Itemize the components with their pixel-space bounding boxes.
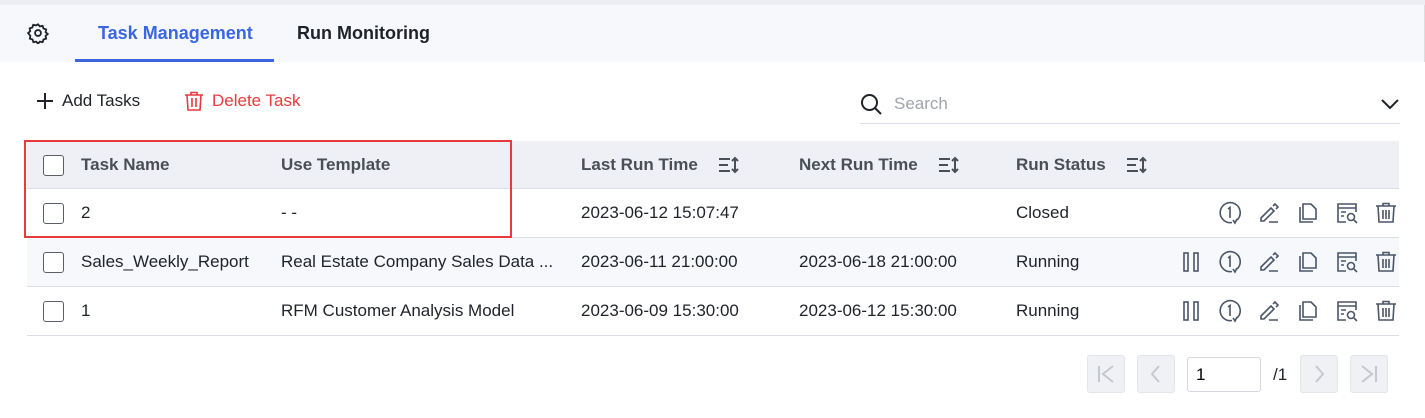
delete-task-label: Delete Task xyxy=(212,91,301,110)
trash-icon xyxy=(185,91,203,111)
last-run-time: 2023-06-12 15:07:47 xyxy=(581,203,739,222)
use-template: Real Estate Company Sales Data ... xyxy=(281,252,554,271)
row-checkbox[interactable] xyxy=(43,203,64,224)
next-run-time: 2023-06-18 21:00:00 xyxy=(799,252,957,271)
use-template: - - xyxy=(281,203,298,222)
first-page-button[interactable] xyxy=(1087,355,1125,393)
add-tasks-button[interactable]: Add Tasks xyxy=(36,91,140,111)
edit-icon[interactable] xyxy=(1256,200,1282,226)
trash-icon[interactable] xyxy=(1373,298,1399,324)
tab-bar: Task Management Run Monitoring xyxy=(0,5,1425,62)
header-task-name: Task Name xyxy=(81,154,170,174)
chevron-right-icon xyxy=(1315,365,1325,383)
copy-icon[interactable] xyxy=(1295,298,1321,324)
trash-icon[interactable] xyxy=(1373,249,1399,275)
row-checkbox[interactable] xyxy=(43,252,64,273)
page-total: /1 xyxy=(1273,365,1288,384)
run-once-icon[interactable] xyxy=(1217,298,1243,324)
row-checkbox[interactable] xyxy=(43,301,64,322)
table-row[interactable]: 1 RFM Customer Analysis Model 2023-06-09… xyxy=(27,287,1399,336)
trash-icon[interactable] xyxy=(1373,200,1399,226)
task-table: Task Name Use Template Last Run Time Nex… xyxy=(27,141,1399,336)
row-actions xyxy=(1165,238,1399,286)
copy-icon[interactable] xyxy=(1295,249,1321,275)
search-box xyxy=(860,84,1400,124)
header-run-status: Run Status xyxy=(1016,141,1148,188)
gear-icon[interactable] xyxy=(27,22,49,44)
sort-icon[interactable] xyxy=(718,156,740,174)
sort-icon[interactable] xyxy=(1126,156,1148,174)
task-name[interactable]: 1 xyxy=(81,287,276,335)
delete-task-button[interactable]: Delete Task xyxy=(184,91,301,111)
search-input[interactable] xyxy=(894,93,1334,114)
sort-icon[interactable] xyxy=(938,156,960,174)
run-once-icon[interactable] xyxy=(1217,249,1243,275)
chevron-down-icon[interactable] xyxy=(1380,98,1400,110)
run-once-icon[interactable] xyxy=(1217,200,1243,226)
table-row[interactable]: Sales_Weekly_Report Real Estate Company … xyxy=(27,238,1399,287)
last-page-icon xyxy=(1361,365,1377,383)
last-run-time: 2023-06-09 15:30:00 xyxy=(581,301,739,320)
header-next-run-time: Next Run Time xyxy=(799,141,960,188)
edit-icon[interactable] xyxy=(1256,249,1282,275)
run-status: Closed xyxy=(1016,203,1069,222)
last-run-time: 2023-06-11 21:00:00 xyxy=(581,252,738,271)
active-tab-indicator xyxy=(75,59,274,62)
next-page-button[interactable] xyxy=(1300,355,1338,393)
tab-task-management[interactable]: Task Management xyxy=(98,23,253,44)
view-log-icon[interactable] xyxy=(1334,298,1360,324)
edit-icon[interactable] xyxy=(1256,298,1282,324)
use-template: RFM Customer Analysis Model xyxy=(281,301,515,320)
row-actions xyxy=(1165,287,1399,335)
add-tasks-label: Add Tasks xyxy=(62,91,141,110)
pause-icon[interactable] xyxy=(1178,298,1204,324)
pause-icon[interactable] xyxy=(1178,249,1204,275)
plus-icon xyxy=(37,93,53,109)
select-all-checkbox[interactable] xyxy=(43,155,64,176)
view-log-icon[interactable] xyxy=(1334,249,1360,275)
page-number-input[interactable] xyxy=(1187,357,1261,392)
search-icon xyxy=(861,93,882,115)
header-last-run-time: Last Run Time xyxy=(581,141,740,188)
run-status: Running xyxy=(1016,252,1080,271)
last-page-button[interactable] xyxy=(1350,355,1388,393)
task-name[interactable]: 2 xyxy=(81,189,276,237)
run-status: Running xyxy=(1016,301,1080,320)
task-name[interactable]: Sales_Weekly_Report xyxy=(81,238,276,286)
chevron-left-icon xyxy=(1150,365,1160,383)
row-actions xyxy=(1204,189,1399,237)
tab-run-monitoring[interactable]: Run Monitoring xyxy=(297,23,430,44)
first-page-icon xyxy=(1098,365,1114,383)
copy-icon[interactable] xyxy=(1295,200,1321,226)
table-header: Task Name Use Template Last Run Time Nex… xyxy=(27,141,1399,189)
next-run-time: 2023-06-12 15:30:00 xyxy=(799,301,957,320)
prev-page-button[interactable] xyxy=(1137,355,1175,393)
header-use-template: Use Template xyxy=(281,154,391,174)
table-row[interactable]: 2 - - 2023-06-12 15:07:47 Closed xyxy=(27,189,1399,238)
view-log-icon[interactable] xyxy=(1334,200,1360,226)
